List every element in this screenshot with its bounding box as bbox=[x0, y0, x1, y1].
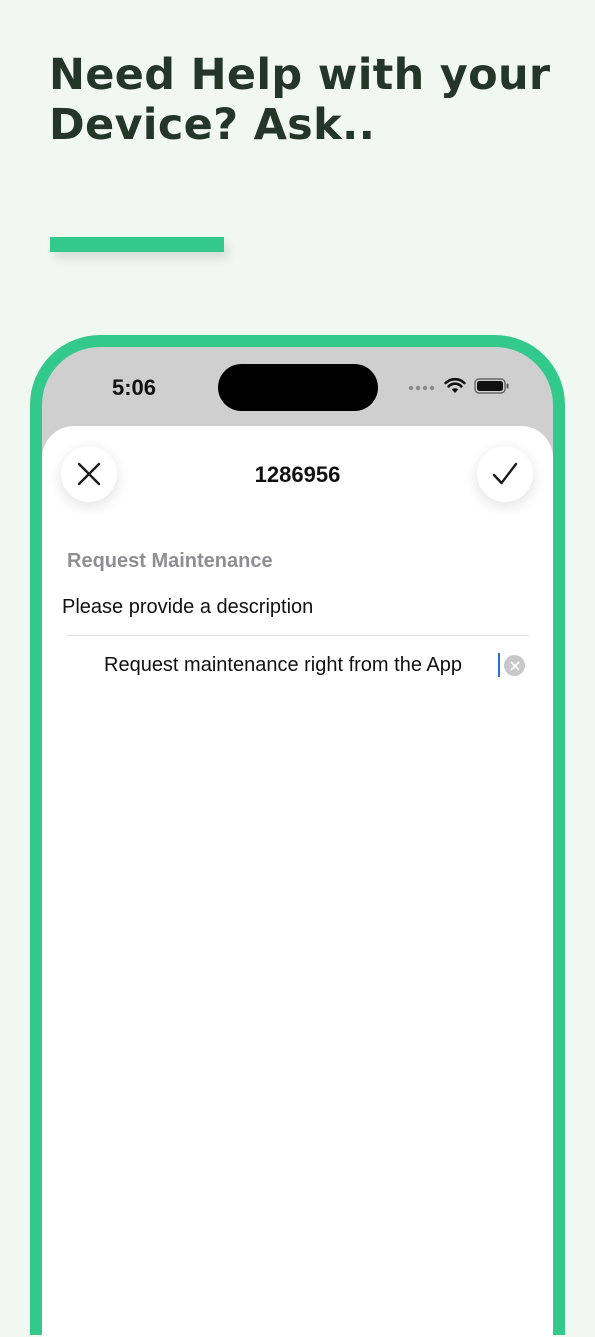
description-label: Please provide a description bbox=[62, 596, 314, 618]
field-divider bbox=[67, 635, 529, 636]
promo-headline: Need Help with your Device? Ask.. bbox=[49, 50, 579, 150]
cellular-signal-icon bbox=[408, 385, 435, 391]
device-screen: 5:06 1286956 Request Maintenance Please … bbox=[42, 347, 553, 1337]
confirm-button[interactable] bbox=[477, 446, 533, 502]
battery-icon bbox=[474, 378, 509, 394]
clear-icon bbox=[510, 661, 519, 670]
description-input[interactable] bbox=[104, 652, 499, 678]
device-frame: 5:06 1286956 Request Maintenance Please … bbox=[30, 335, 565, 1337]
wifi-icon bbox=[444, 377, 466, 393]
request-sheet: 1286956 Request Maintenance Please provi… bbox=[42, 426, 553, 1337]
clear-text-button[interactable] bbox=[504, 655, 525, 676]
status-time: 5:06 bbox=[112, 375, 157, 400]
headline-line-2: Device? Ask.. bbox=[49, 100, 376, 150]
section-title: Request Maintenance bbox=[67, 550, 273, 572]
checkmark-icon bbox=[492, 462, 518, 485]
accent-underline bbox=[50, 237, 224, 252]
headline-line-1: Need Help with your bbox=[49, 50, 551, 100]
text-cursor bbox=[498, 653, 500, 677]
dynamic-island bbox=[218, 364, 378, 411]
